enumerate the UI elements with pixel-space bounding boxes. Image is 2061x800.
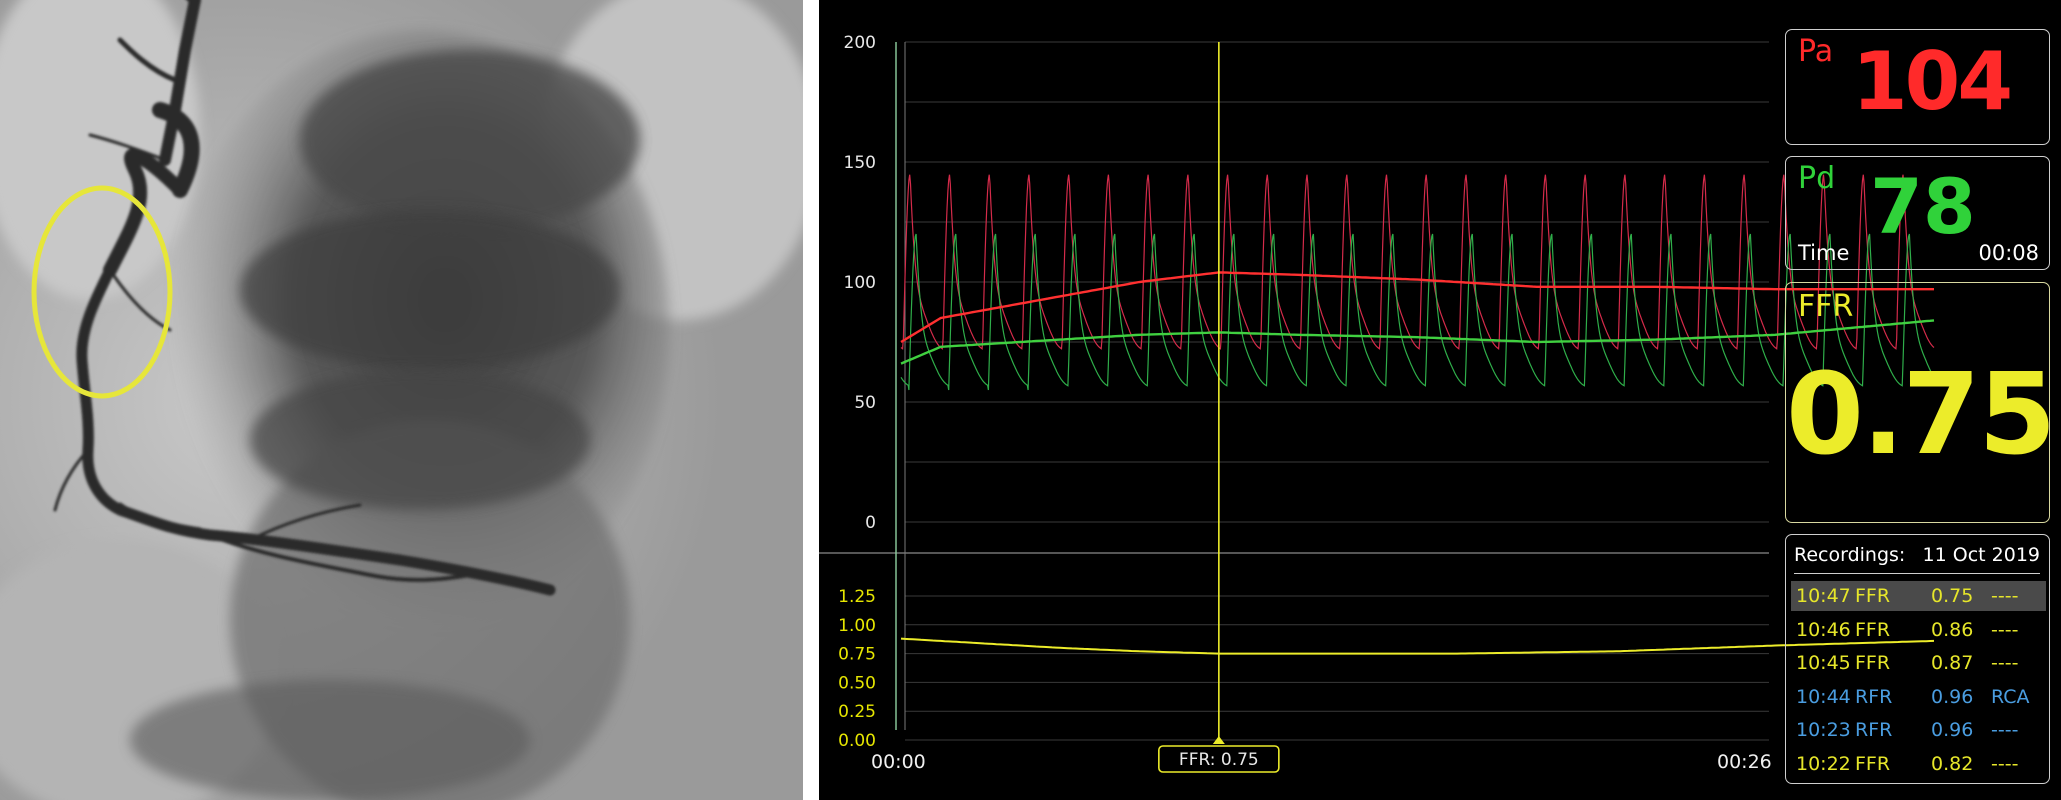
pressure-tick-label: 200 xyxy=(844,33,876,53)
time-label: Time xyxy=(1798,241,1850,265)
recording-note: ---- xyxy=(1991,652,2019,674)
recording-value: 0.86 xyxy=(1931,618,1974,641)
recordings-panel: Recordings: 11 Oct 2019 10:47 FFR 0.75 ----… xyxy=(1785,534,2050,784)
pd-label: Pd xyxy=(1798,161,1836,196)
pressure-tick-label: 50 xyxy=(854,393,876,413)
time-end-label: 00:26 xyxy=(1717,751,1772,773)
recording-time: 10:45 xyxy=(1796,652,1851,674)
time-value: 00:08 xyxy=(1978,241,2039,265)
ratio-tick-label: 0.00 xyxy=(838,731,876,751)
pressure-tick-label: 150 xyxy=(844,153,876,173)
recording-note: RCA xyxy=(1991,685,2030,708)
ffr-label: FFR xyxy=(1798,289,1854,324)
cursor-label: FFR: 0.75 xyxy=(1179,750,1259,770)
ffr-panel: FFR 0.75 xyxy=(1785,282,2056,523)
ffr-value: 0.75 xyxy=(1786,350,2056,480)
ratio-tick-label: 0.75 xyxy=(838,645,876,665)
recording-type: RFR xyxy=(1855,685,1893,708)
recording-row[interactable]: 10:44 RFR 0.96 RCA xyxy=(1791,682,2046,712)
recording-value: 0.87 xyxy=(1931,652,1974,674)
recording-value: 0.82 xyxy=(1931,752,1974,775)
recordings-header: Recordings: 11 Oct 2019 xyxy=(1794,537,2040,574)
recording-time: 10:44 xyxy=(1796,685,1851,708)
recording-note: ---- xyxy=(1991,752,2019,775)
pressure-tick-label: 0 xyxy=(865,513,876,533)
ratio-tick-label: 1.00 xyxy=(838,616,876,636)
angiogram-image xyxy=(0,0,803,800)
recording-time: 10:23 xyxy=(1796,719,1851,741)
pa-label: Pa xyxy=(1798,34,1834,69)
recording-row[interactable]: 10:46 FFR 0.86 ---- xyxy=(1791,615,2046,645)
recording-row[interactable]: 10:47 FFR 0.75 ---- xyxy=(1791,581,2046,611)
pd-value: 78 xyxy=(1870,162,1976,251)
ffr-trace xyxy=(900,637,1935,655)
recording-value: 0.96 xyxy=(1931,685,1974,708)
ffr-monitor: 200 150 100 50 0 1.25 1.00 0.75 0.50 0.25 0.00 FF… xyxy=(819,0,2061,800)
recording-note: ---- xyxy=(1991,618,2019,641)
pa-value: 104 xyxy=(1852,35,2013,128)
pd-panel: Pd 78 Time 00:08 xyxy=(1785,156,2050,270)
recording-time: 10:47 xyxy=(1796,585,1851,607)
ratio-tick-label: 0.25 xyxy=(838,702,876,722)
pa-panel: Pa 104 xyxy=(1785,29,2050,145)
recording-type: FFR xyxy=(1855,585,1891,607)
ratio-grid xyxy=(905,595,1769,741)
recording-row[interactable]: 10:23 RFR 0.96 ---- xyxy=(1791,715,2046,745)
recording-type: FFR xyxy=(1855,652,1891,674)
pressure-tick-label: 100 xyxy=(844,273,876,293)
recording-type: RFR xyxy=(1855,719,1893,741)
recordings-title: Recordings: xyxy=(1794,544,1906,566)
recording-time: 10:46 xyxy=(1796,618,1851,641)
pressure-y-ticks: 200 150 100 50 0 xyxy=(844,33,876,533)
recordings-date: 11 Oct 2019 xyxy=(1922,544,2040,566)
recording-value: 0.96 xyxy=(1931,719,1974,741)
ratio-y-ticks: 1.25 1.00 0.75 0.50 0.25 0.00 xyxy=(838,587,876,751)
ratio-tick-label: 1.25 xyxy=(838,587,876,607)
recording-type: FFR xyxy=(1855,618,1891,641)
recording-note: ---- xyxy=(1991,585,2019,607)
pa-phasic-trace xyxy=(900,174,1935,350)
ratio-tick-label: 0.50 xyxy=(838,673,876,693)
recording-row[interactable]: 10:45 FFR 0.87 ---- xyxy=(1791,648,2046,678)
time-start-label: 00:00 xyxy=(871,751,926,773)
recording-value: 0.75 xyxy=(1931,585,1974,607)
recording-type: FFR xyxy=(1855,752,1891,775)
recording-note: ---- xyxy=(1991,719,2019,741)
pressure-grid xyxy=(905,41,1769,523)
recording-time: 10:22 xyxy=(1796,752,1851,775)
recording-row[interactable]: 10:22 FFR 0.82 ---- xyxy=(1791,749,2046,779)
